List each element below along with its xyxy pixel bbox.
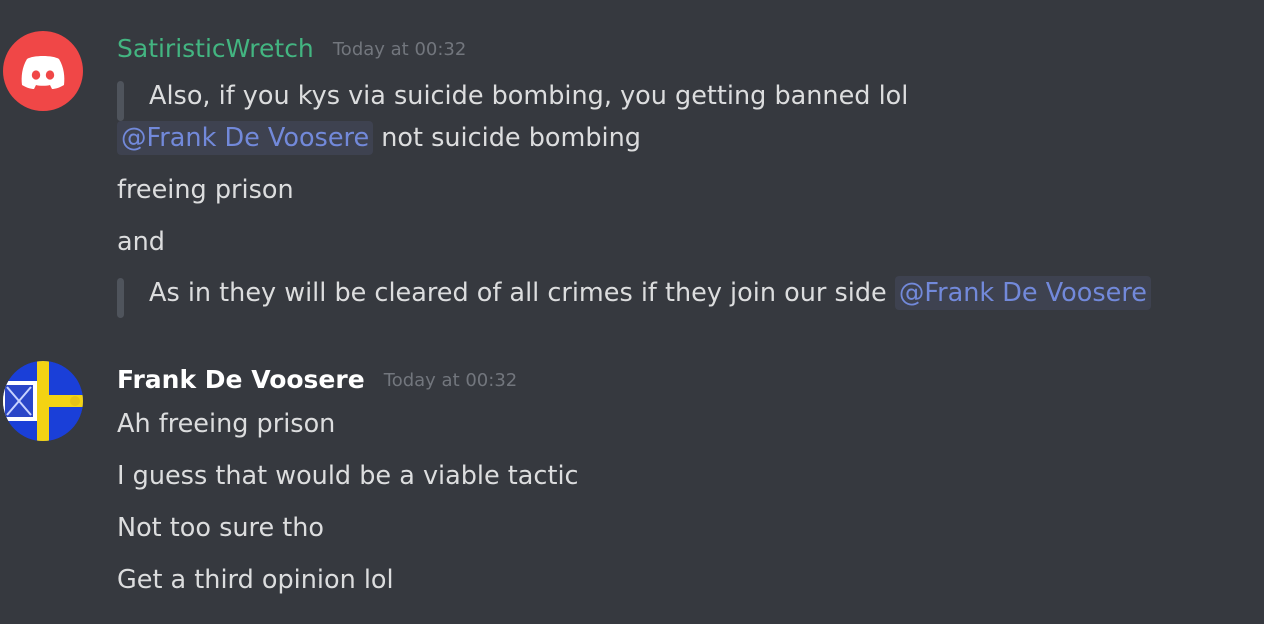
message-text: I guess that would be a viable tactic xyxy=(117,461,579,491)
quote-text: Also, if you kys via suicide bombing, yo… xyxy=(149,81,909,111)
message-line: Ah freeing prison xyxy=(117,407,335,441)
message-text: Not too sure tho xyxy=(117,513,325,543)
quote-text: As in they will be cleared of all crimes… xyxy=(149,278,895,308)
blockquote: Also, if you kys via suicide bombing, yo… xyxy=(117,79,909,121)
message-text: and xyxy=(117,227,165,257)
timestamp[interactable]: Today at 00:32 xyxy=(384,370,517,391)
username[interactable]: Frank De Voosere xyxy=(117,365,365,394)
message-line: freeing prison xyxy=(117,173,294,207)
user-mention[interactable]: @Frank De Voosere xyxy=(117,121,374,155)
discord-logo-icon[interactable] xyxy=(3,31,83,111)
message-line: I guess that would be a viable tactic xyxy=(117,459,579,493)
timestamp[interactable]: Today at 00:32 xyxy=(333,39,466,60)
message-line: @Frank De Voosere not suicide bombing xyxy=(117,121,641,155)
blockquote: As in they will be cleared of all crimes… xyxy=(117,276,1151,318)
user-mention[interactable]: @Frank De Voosere xyxy=(894,276,1151,310)
message-header: SatiristicWretch Today at 00:32 xyxy=(117,34,466,64)
flag-avatar-icon[interactable] xyxy=(3,361,83,441)
message-text: freeing prison xyxy=(117,175,294,205)
message-line: Not too sure tho xyxy=(117,511,324,545)
message-text: not suicide bombing xyxy=(373,123,641,153)
chat-messages: SatiristicWretch Today at 00:32 Also, if… xyxy=(0,0,1264,624)
username[interactable]: SatiristicWretch xyxy=(117,34,314,63)
quote-bar xyxy=(117,81,124,121)
quote-bar xyxy=(117,278,124,318)
message-text: Get a third opinion lol xyxy=(117,565,394,595)
message-line: Get a third opinion lol xyxy=(117,563,394,597)
message-text: Ah freeing prison xyxy=(117,409,336,439)
message-line: and xyxy=(117,225,165,259)
message-header: Frank De Voosere Today at 00:32 xyxy=(117,365,517,395)
